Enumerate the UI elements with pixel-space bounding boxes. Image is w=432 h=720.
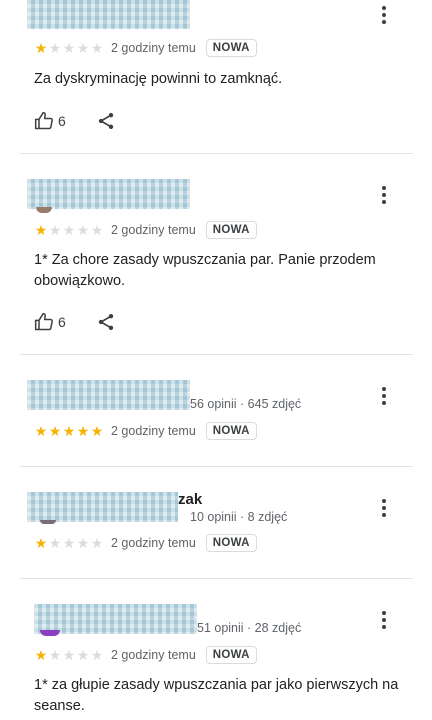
reviewer-stats: 10 opinii · 8 zdjęć bbox=[190, 510, 288, 524]
divider bbox=[20, 466, 413, 467]
review-text: 1* Za chore zasady wpuszczania par. Pani… bbox=[34, 252, 376, 289]
new-badge: NOWA bbox=[205, 534, 257, 552]
star-rating: ★ ★ ★ ★ ★ bbox=[34, 223, 104, 237]
new-badge: NOWA bbox=[205, 646, 257, 664]
reviewer-name-redacted bbox=[27, 380, 190, 410]
star-rating: ★ ★ ★ ★ ★ bbox=[34, 41, 104, 55]
review-time: 2 godziny temu bbox=[111, 41, 196, 55]
star-icon: ★ bbox=[62, 423, 76, 439]
divider bbox=[20, 354, 413, 355]
more-vert-icon[interactable] bbox=[376, 497, 392, 519]
new-badge: NOWA bbox=[205, 221, 257, 239]
star-icon: ★ bbox=[90, 535, 104, 551]
thumb-up-icon bbox=[34, 312, 53, 331]
reviewer-name-redacted bbox=[27, 492, 178, 522]
review-text: Za dyskryminację powinni to zamknąć. bbox=[34, 71, 283, 87]
star-icon: ★ bbox=[76, 647, 90, 663]
share-icon[interactable] bbox=[96, 312, 116, 332]
star-rating: ★ ★ ★ ★ ★ bbox=[34, 648, 104, 662]
star-icon: ★ bbox=[90, 40, 104, 56]
more-vert-icon[interactable] bbox=[376, 4, 392, 26]
reviewer-name-redacted bbox=[27, 179, 190, 209]
reviewer-name-redacted bbox=[27, 0, 190, 29]
like-count: 6 bbox=[58, 113, 66, 129]
review-text: 1* za głupie zasady wpuszczania par jako… bbox=[34, 677, 399, 714]
review-time: 2 godziny temu bbox=[111, 424, 196, 438]
star-icon: ★ bbox=[48, 40, 62, 56]
star-icon: ★ bbox=[90, 222, 104, 238]
like-button[interactable]: 6 bbox=[34, 111, 66, 131]
star-icon: ★ bbox=[76, 40, 90, 56]
reviewer-stats: 56 opinii · 645 zdjęć bbox=[190, 397, 302, 411]
divider bbox=[20, 153, 413, 154]
star-icon: ★ bbox=[62, 222, 76, 238]
star-icon: ★ bbox=[76, 535, 90, 551]
like-count: 6 bbox=[58, 314, 66, 330]
star-icon: ★ bbox=[62, 40, 76, 56]
share-icon[interactable] bbox=[96, 111, 116, 131]
star-icon: ★ bbox=[34, 423, 48, 439]
reviewer-name[interactable]: zak bbox=[178, 491, 202, 508]
star-icon: ★ bbox=[34, 40, 48, 56]
like-button[interactable]: 6 bbox=[34, 312, 66, 332]
star-icon: ★ bbox=[48, 535, 62, 551]
star-icon: ★ bbox=[48, 647, 62, 663]
thumb-up-icon bbox=[34, 111, 53, 130]
star-icon: ★ bbox=[76, 423, 90, 439]
star-icon: ★ bbox=[34, 535, 48, 551]
divider bbox=[20, 578, 413, 579]
new-badge: NOWA bbox=[205, 39, 257, 57]
star-icon: ★ bbox=[48, 222, 62, 238]
star-icon: ★ bbox=[34, 222, 48, 238]
avatar bbox=[40, 630, 60, 636]
star-rating: ★ ★ ★ ★ ★ bbox=[34, 536, 104, 550]
rating-row: ★ ★ ★ ★ ★ 2 godziny temu NOWA bbox=[34, 220, 257, 240]
star-icon: ★ bbox=[76, 222, 90, 238]
avatar bbox=[40, 520, 56, 524]
star-icon: ★ bbox=[90, 423, 104, 439]
star-icon: ★ bbox=[62, 647, 76, 663]
review-actions: 6 bbox=[34, 310, 116, 334]
review-time: 2 godziny temu bbox=[111, 223, 196, 237]
avatar bbox=[36, 207, 52, 213]
star-rating: ★ ★ ★ ★ ★ bbox=[34, 424, 104, 438]
reviewer-stats: 51 opinii · 28 zdjęć bbox=[197, 621, 302, 635]
rating-row: ★ ★ ★ ★ ★ 2 godziny temu NOWA bbox=[34, 645, 257, 665]
more-vert-icon[interactable] bbox=[376, 609, 392, 631]
more-vert-icon[interactable] bbox=[376, 385, 392, 407]
star-icon: ★ bbox=[90, 647, 104, 663]
star-icon: ★ bbox=[62, 535, 76, 551]
more-vert-icon[interactable] bbox=[376, 184, 392, 206]
review-time: 2 godziny temu bbox=[111, 536, 196, 550]
rating-row: ★ ★ ★ ★ ★ 2 godziny temu NOWA bbox=[34, 38, 257, 58]
star-icon: ★ bbox=[34, 647, 48, 663]
rating-row: ★ ★ ★ ★ ★ 2 godziny temu NOWA bbox=[34, 533, 257, 553]
new-badge: NOWA bbox=[205, 422, 257, 440]
review-actions: 6 bbox=[34, 109, 116, 133]
review-time: 2 godziny temu bbox=[111, 648, 196, 662]
rating-row: ★ ★ ★ ★ ★ 2 godziny temu NOWA bbox=[34, 421, 257, 441]
star-icon: ★ bbox=[48, 423, 62, 439]
